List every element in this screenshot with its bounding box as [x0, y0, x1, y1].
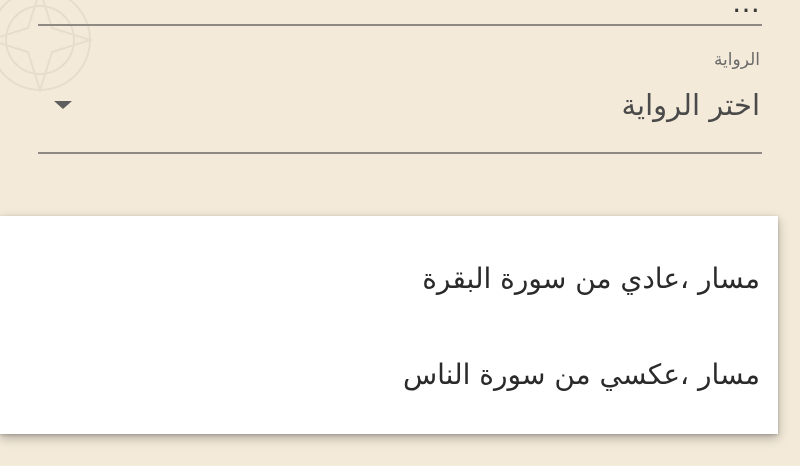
riwaya-placeholder: اختر الرواية: [621, 88, 760, 122]
dropdown-menu: مسار ،عادي من سورة البقرة مسار ،عكسي من …: [0, 216, 778, 434]
riwaya-select[interactable]: الرواية اختر الرواية: [38, 48, 762, 154]
previous-field-value: …: [732, 0, 760, 19]
riwaya-label: الرواية: [713, 50, 760, 70]
menu-item-normal-from-baqarah[interactable]: مسار ،عادي من سورة البقرة: [0, 230, 778, 326]
riwaya-underline: [38, 152, 762, 154]
arrow-drop-down-icon[interactable]: [54, 101, 72, 109]
previous-field-underline: [38, 24, 762, 26]
menu-item-reverse-from-nas[interactable]: مسار ،عكسي من سورة الناس: [0, 326, 778, 422]
